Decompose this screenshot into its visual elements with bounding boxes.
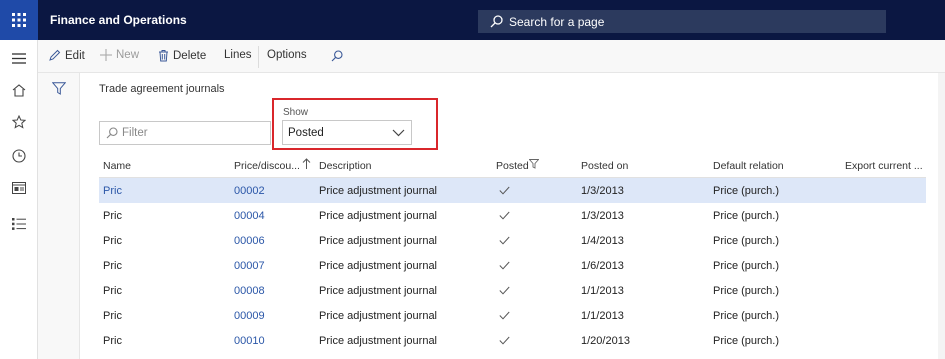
edit-label: Edit [65,49,85,62]
posted-check-icon [499,211,510,223]
table-row[interactable]: Pric 00010 Price adjustment journal 1/20/20… [99,328,926,353]
cell-name[interactable]: Pric [103,285,122,297]
cell-journal-link[interactable]: 00006 [234,235,265,247]
pencil-icon [49,49,61,61]
cell-posted-on: 1/6/2013 [581,260,624,272]
table-row[interactable]: Pric 00009 Price adjustment journal 1/1/201… [99,303,926,328]
cell-journal-link[interactable]: 00002 [234,185,265,197]
recent-clock-icon[interactable] [11,148,27,164]
page-title: Trade agreement journals [99,83,225,95]
delete-label: Delete [173,49,207,62]
cell-default-relation: Price (purch.) [713,335,780,347]
edit-button[interactable]: Edit [48,49,85,62]
modules-list-icon[interactable] [11,216,27,232]
search-label: Search for a page [509,14,605,29]
table-row[interactable]: Pric 00006 Price adjustment journal 1/4/201… [99,228,926,253]
posted-check-icon [499,236,510,248]
cell-default-relation: Price (purch.) [713,235,780,247]
search-icon [490,15,503,28]
cell-description: Price adjustment journal [319,185,438,197]
table-row[interactable]: Pric 00007 Price adjustment journal 1/6/201… [99,253,926,278]
column-header-journal[interactable]: Price/discou... [234,160,300,172]
cell-name[interactable]: Pric [103,185,122,197]
search-icon [106,127,118,139]
lines-button[interactable]: Lines [224,49,252,61]
cell-journal-link[interactable]: 00009 [234,310,265,322]
home-icon[interactable] [11,82,27,98]
trash-icon [159,50,168,62]
filter-placeholder: Filter [122,127,148,139]
options-label: Options [267,49,307,61]
cell-name[interactable]: Pric [103,210,122,222]
cell-description: Price adjustment journal [319,260,438,272]
app-title: Finance and Operations [50,13,187,27]
column-header-name[interactable]: Name [103,160,131,172]
posted-check-icon [499,286,510,298]
cell-posted-on: 1/3/2013 [581,185,624,197]
cell-name[interactable]: Pric [103,235,122,247]
posted-check-icon [499,261,510,273]
cell-description: Price adjustment journal [319,235,438,247]
plus-icon [100,49,112,61]
new-label: New [116,49,140,61]
cell-journal-link[interactable]: 00010 [234,335,265,347]
cell-posted-on: 1/1/2013 [581,285,624,297]
new-button[interactable]: New [100,49,139,61]
cell-default-relation: Price (purch.) [713,260,780,272]
hamburger-icon[interactable] [11,50,27,66]
cell-description: Price adjustment journal [319,285,438,297]
cell-name[interactable]: Pric [103,260,122,272]
highlight-box [272,98,438,150]
column-filter-icon[interactable] [528,159,540,172]
cell-journal-link[interactable]: 00007 [234,260,265,272]
vertical-scrollbar[interactable] [938,73,945,359]
find-action-search-icon[interactable] [331,50,347,62]
filter-funnel-icon[interactable] [51,82,67,98]
delete-button[interactable]: Delete [158,49,206,62]
star-icon[interactable] [11,114,27,130]
cell-journal-link[interactable]: 00004 [234,210,265,222]
journals-grid: Name Price/discou... Description Posted … [99,153,926,353]
cell-posted-on: 1/3/2013 [581,210,624,222]
top-bar: Finance and Operations Search for a page [0,0,945,40]
cell-journal-link[interactable]: 00008 [234,285,265,297]
cell-default-relation: Price (purch.) [713,310,780,322]
toolbar-divider [258,46,259,68]
grid-header: Name Price/discou... Description Posted … [99,153,926,178]
column-header-default-relation[interactable]: Default relation [713,160,784,172]
lines-label: Lines [224,49,252,61]
table-row[interactable]: Pric 00008 Price adjustment journal 1/1/201… [99,278,926,303]
cell-default-relation: Price (purch.) [713,185,780,197]
column-header-description[interactable]: Description [319,160,372,172]
grid-filter-input[interactable]: Filter [99,121,271,145]
column-header-posted[interactable]: Posted [496,160,529,172]
options-button[interactable]: Options [267,49,307,61]
cell-name[interactable]: Pric [103,310,122,322]
workspaces-icon[interactable] [11,180,27,196]
filter-pane [38,73,80,359]
app-launcher-icon[interactable] [0,0,38,40]
cell-description: Price adjustment journal [319,210,438,222]
cell-default-relation: Price (purch.) [713,210,780,222]
navigation-pane [0,40,38,359]
cell-posted-on: 1/20/2013 [581,335,630,347]
search-for-page-box[interactable]: Search for a page [478,10,886,33]
column-header-export-current[interactable]: Export current ... [845,160,923,172]
column-header-posted-on[interactable]: Posted on [581,160,628,172]
sort-ascending-icon[interactable] [302,158,311,173]
action-pane: Edit New Delete Lines Options [38,40,945,73]
posted-check-icon [499,311,510,323]
table-row[interactable]: Pric 00004 Price adjustment journal 1/3/201… [99,203,926,228]
cell-posted-on: 1/4/2013 [581,235,624,247]
cell-description: Price adjustment journal [319,335,438,347]
cell-default-relation: Price (purch.) [713,285,780,297]
cell-posted-on: 1/1/2013 [581,310,624,322]
posted-check-icon [499,186,510,198]
cell-name[interactable]: Pric [103,335,122,347]
posted-check-icon [499,336,510,348]
cell-description: Price adjustment journal [319,310,438,322]
table-row[interactable]: Pric 00002 Price adjustment journal 1/3/201… [99,178,926,203]
